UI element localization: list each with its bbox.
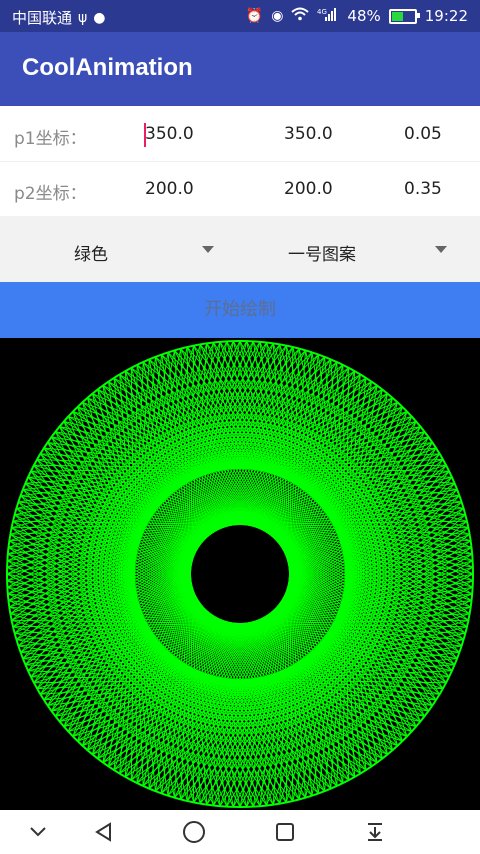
carrier-label: 中国联通 (12, 9, 73, 27)
color-spinner-value: 绿色 (74, 245, 108, 265)
eye-icon: ◉ (271, 8, 284, 24)
chevron-down-icon (435, 246, 447, 253)
options-bar: 绿色 一号图案 (0, 216, 480, 282)
coordinate-form: p1坐标： 350.0 350.0 0.05 p2坐标： 200.0 200.0… (0, 106, 480, 216)
p2-z-input[interactable]: 0.35 (404, 179, 442, 199)
clock: 19:22 (424, 7, 468, 25)
start-draw-button[interactable]: 开始绘制 (0, 282, 480, 338)
status-right: ⏰ ◉ 4G 48% 19:22 (246, 7, 468, 25)
battery-level (391, 11, 404, 21)
p1-x-input[interactable]: 350.0 (145, 124, 194, 144)
status-left: 中国联通 ψ ● (12, 7, 105, 28)
string-art-drawing (6, 340, 474, 808)
chevron-down-icon[interactable] (24, 818, 52, 846)
network-type-label: 4G (317, 8, 327, 16)
battery-percent: 48% (347, 7, 381, 25)
back-icon[interactable] (90, 818, 118, 846)
wifi-icon (291, 7, 310, 25)
recents-icon[interactable] (271, 818, 299, 846)
p2-x-input[interactable]: 200.0 (145, 179, 194, 199)
navigation-bar (0, 810, 480, 854)
alarm-icon: ⏰ (245, 8, 264, 24)
home-icon[interactable] (180, 818, 208, 846)
chevron-down-icon (202, 246, 214, 253)
drawing-canvas (0, 338, 480, 810)
app-bar: CoolAnimation (0, 32, 480, 106)
wechat-icon: ● (93, 9, 106, 26)
p2-label: p2坐标： (14, 184, 87, 204)
string-art-lines (6, 340, 474, 808)
p1-y-input[interactable]: 350.0 (284, 124, 333, 144)
notification-pull-icon[interactable] (361, 818, 389, 846)
usb-icon: ψ (78, 9, 88, 26)
pattern-spinner-value: 一号图案 (288, 245, 356, 265)
p1-row: p1坐标： 350.0 350.0 0.05 (0, 106, 480, 162)
battery-icon (388, 8, 420, 24)
status-bar: 中国联通 ψ ● ⏰ ◉ 4G 48% 19:22 (0, 0, 480, 32)
app-title: CoolAnimation (22, 54, 193, 81)
p1-z-input[interactable]: 0.05 (404, 124, 442, 144)
signal-icon: 4G (317, 7, 339, 25)
p1-label: p1坐标： (14, 129, 87, 149)
p2-row: p2坐标： 200.0 200.0 0.35 (0, 161, 480, 216)
p2-y-input[interactable]: 200.0 (284, 179, 333, 199)
outer-circle (6, 340, 474, 808)
